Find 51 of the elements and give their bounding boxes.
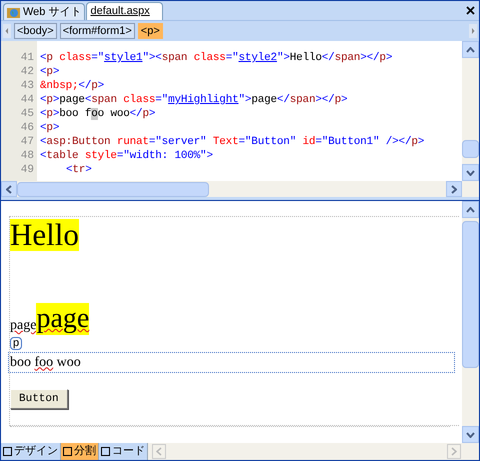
tag-breadcrumb[interactable]: <p> xyxy=(138,23,163,39)
tag-breadcrumb[interactable]: <form#form1> xyxy=(60,23,135,39)
button[interactable]: Button xyxy=(10,388,68,408)
scroll-up-icon[interactable] xyxy=(462,41,479,58)
close-icon[interactable] xyxy=(466,6,475,15)
line-number: 42 xyxy=(20,65,35,79)
code-line: <tr> xyxy=(65,163,93,177)
view-tab[interactable]: デザイン xyxy=(1,443,61,460)
code-line: <p>boo foo woo</p> xyxy=(40,107,156,121)
scroll-left-icon[interactable] xyxy=(3,24,11,38)
scroll-left-icon[interactable] xyxy=(1,181,17,197)
code-line: <p>page<span class="myHighlight">page</span></p> xyxy=(40,93,348,107)
code-line: <asp:Button runat="server" Text="Button" id="Button1" /></p> xyxy=(40,135,426,149)
line-number: 43 xyxy=(20,79,35,93)
line-number: 49 xyxy=(20,163,35,177)
line-number: 41 xyxy=(20,51,35,65)
line-number: 48 xyxy=(20,149,35,163)
scroll-right-icon[interactable] xyxy=(446,181,462,197)
view-tab[interactable]: コード xyxy=(99,443,148,460)
code-line: <p> xyxy=(40,121,60,135)
line-number: 45 xyxy=(20,107,35,121)
view-icon xyxy=(63,447,72,456)
scroll-thumb[interactable] xyxy=(462,140,479,158)
globe-folder-icon xyxy=(7,6,20,18)
heading-text: Hello xyxy=(10,219,79,251)
code-line: <p> xyxy=(40,65,60,79)
code-line: &nbsp;</p> xyxy=(40,79,106,93)
scroll-thumb[interactable] xyxy=(462,221,479,368)
highlighted-word: page xyxy=(36,303,90,335)
vertical-scrollbar[interactable] xyxy=(462,201,479,443)
code-line: <p class="style1"><span class="style2">Hello</span></p> xyxy=(40,51,394,65)
view-icon xyxy=(101,447,110,456)
line-number: 44 xyxy=(20,93,35,107)
tag-breadcrumb[interactable]: <body> xyxy=(14,23,57,39)
scroll-down-icon[interactable] xyxy=(462,164,479,181)
view-tab[interactable]: 分割 xyxy=(61,443,99,460)
code-line: <table style="width: 100%"> xyxy=(40,149,214,163)
line-number: 46 xyxy=(20,121,35,135)
tag-label: p xyxy=(10,337,22,350)
line-number: 47 xyxy=(20,135,35,149)
document-tab[interactable]: default.aspx xyxy=(86,2,163,20)
scroll-down-icon[interactable] xyxy=(462,426,479,443)
scroll-up-icon[interactable] xyxy=(462,201,479,218)
vertical-scrollbar[interactable] xyxy=(462,41,479,181)
highlighted-word: page xyxy=(10,317,36,335)
document-tab[interactable]: Web サイト xyxy=(3,3,86,20)
horizontal-scrollbar[interactable] xyxy=(1,181,479,197)
scroll-right-icon[interactable] xyxy=(469,24,477,38)
selected-paragraph: boo foo woo xyxy=(8,352,455,372)
scroll-thumb[interactable] xyxy=(17,182,209,196)
view-icon xyxy=(3,447,12,456)
